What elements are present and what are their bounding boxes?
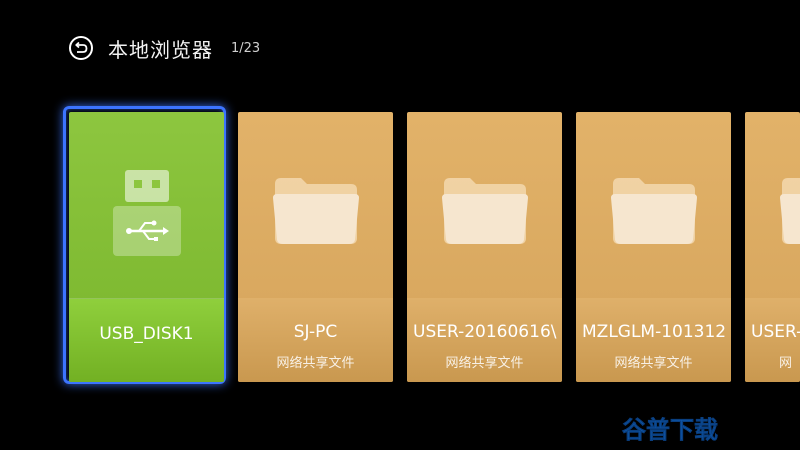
tile-icon-area: [69, 112, 224, 298]
local-browser-screen: 本地浏览器 1/23 USB_DISK1 SJ-PC 网络共享文件 USER-2…: [0, 0, 800, 450]
tile-subtitle: 网络共享文件: [445, 356, 524, 371]
tile-subtitle: 网络共享文件: [614, 356, 693, 371]
tile-icon-area: [407, 112, 562, 298]
tile-icon-area: [238, 112, 393, 298]
folder-icon: [611, 178, 697, 244]
tile-label: SJ-PC: [293, 322, 338, 342]
tile-label: MZLGLM-101312: [582, 322, 727, 342]
tile-subtitle: 网络共享文件: [276, 356, 355, 371]
folder-icon: [442, 178, 528, 244]
tile-mzlglm-101312[interactable]: MZLGLM-101312 网络共享文件: [576, 112, 731, 382]
tile-label: USB_DISK1: [99, 324, 194, 344]
tile-icon-area: [745, 112, 800, 298]
tile-usb-disk1[interactable]: USB_DISK1: [69, 112, 224, 382]
watermark-logo: 谷普下载: [622, 416, 719, 445]
tile-sj-pc[interactable]: SJ-PC 网络共享文件: [238, 112, 393, 382]
tile-subtitle: 网: [779, 356, 793, 371]
usb-drive-icon: [113, 170, 181, 256]
folder-icon: [780, 178, 800, 244]
tile-user-20160616[interactable]: USER-20160616\ 网络共享文件: [407, 112, 562, 382]
watermark-text: 谷普下载: [622, 416, 718, 444]
tile-icon-area: [576, 112, 731, 298]
tile-label: USER-20160616\: [413, 322, 557, 342]
tile-user-partial[interactable]: USER- 网: [745, 112, 800, 382]
folder-icon: [273, 178, 359, 244]
device-tile-row: USB_DISK1 SJ-PC 网络共享文件 USER-20160616\ 网络…: [0, 0, 800, 450]
tile-label: USER-: [751, 322, 800, 342]
